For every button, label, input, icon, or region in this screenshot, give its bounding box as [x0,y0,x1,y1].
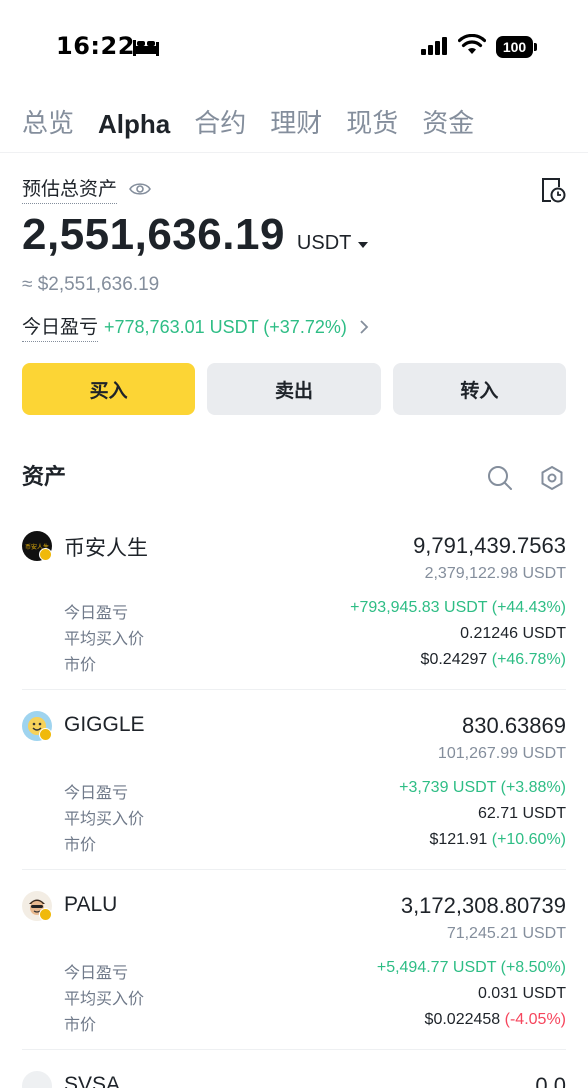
today-pnl-value: +793,945.83 USDT (+44.43%) [350,599,566,616]
market-price-change: (-4.05%) [504,1011,566,1028]
asset-divider [22,869,566,870]
asset-row-binance-life[interactable]: 币安人生 币安人生 9,791,439.7563 2,379,122.98 US… [0,524,588,690]
avg-buy-price-value: 0.031 USDT [477,985,566,1002]
asset-row-giggle[interactable]: GIGGLE 830.63869 101,267.99 USDT 今日盈亏 +3… [0,704,588,870]
caret-down-icon[interactable] [357,241,369,249]
wifi-icon [458,34,486,54]
market-price-label: 市价 [64,655,97,674]
market-price: $0.24297 [420,651,488,668]
asset-amount: 0.0 [535,1073,566,1088]
tab-spot[interactable]: 现货 [346,104,398,144]
asset-usdt-value: 71,245.21 USDT [446,925,566,942]
today-pnl-label: 今日盈亏 [64,783,129,802]
today-pnl-label: 今日盈亏 [64,963,129,982]
total-balance: 2,551,636.19 [22,210,285,259]
buy-button[interactable]: 买入 [22,363,196,415]
market-price-label: 市价 [64,835,97,854]
status-time: 16:22 [56,32,135,60]
market-price-value: $121.91 (+10.60%) [429,831,566,849]
currency-selector[interactable]: USDT [297,232,351,255]
asset-name: PALU [64,893,118,916]
status-bar: 16:22 100 [0,0,588,90]
asset-amount: 830.63869 [462,713,566,738]
asset-amount: 3,172,308.80739 [400,893,566,918]
market-price-value: $0.24297 (+46.78%) [421,651,566,669]
eye-icon[interactable] [129,181,151,197]
battery-level: 100 [496,36,533,58]
sell-button[interactable]: 卖出 [207,363,381,415]
asset-usdt-value: 101,267.99 USDT [437,745,566,762]
tabs-divider [0,152,588,153]
market-price-label: 市价 [64,1015,97,1034]
market-price: $0.022458 [424,1011,501,1028]
tab-funding[interactable]: 资金 [422,104,474,144]
avg-buy-price-label: 平均买入价 [64,989,145,1008]
avg-buy-price-label: 平均买入价 [64,629,145,648]
asset-name: 币安人生 [64,536,148,560]
market-price-change: (+10.60%) [491,831,566,848]
approx-usd-value: ≈ $2,551,636.19 [22,274,160,295]
tab-alpha[interactable]: Alpha [98,104,170,144]
market-price-value: $0.022458 (-4.05%) [425,1011,566,1029]
history-icon[interactable] [540,176,566,204]
total-balance-row: 2,551,636.19 USDT [22,210,369,260]
sleep-focus-icon [133,40,159,56]
settings-icon[interactable] [538,464,566,492]
today-pnl-value: +778,763.01 USDT (+37.72%) [104,316,347,337]
assets-header: 资产 [22,460,566,496]
today-pnl-value: +3,739 USDT (+3.88%) [399,779,566,796]
transfer-in-button[interactable]: 转入 [392,363,566,415]
asset-name: SVSA [64,1073,121,1088]
today-pnl-label: 今日盈亏 [64,603,129,622]
asset-divider [22,689,566,690]
alpha-badge-icon [39,548,52,561]
asset-divider [22,1049,566,1050]
asset-usdt-value: 2,379,122.98 USDT [424,565,566,582]
tab-earn[interactable]: 理财 [270,104,322,144]
avg-buy-price-value: 62.71 USDT [477,805,566,822]
market-price: $121.91 [429,831,488,848]
tab-futures[interactable]: 合约 [194,104,246,144]
alpha-badge-icon [39,908,52,921]
today-pnl-value: +5,494.77 USDT (+8.50%) [376,959,566,976]
estimated-total-label[interactable]: 预估总资产 [22,174,118,204]
assets-title: 资产 [22,465,67,490]
avg-buy-price-value: 0.21246 USDT [460,625,566,642]
tab-overview[interactable]: 总览 [22,104,74,144]
cellular-signal-icon [421,37,447,55]
search-icon[interactable] [486,464,514,492]
svsa-logo [22,1071,52,1088]
today-pnl-row[interactable]: 今日盈亏 +778,763.01 USDT (+37.72%) [22,312,369,342]
avg-buy-price-label: 平均买入价 [64,809,145,828]
action-buttons: 买入 卖出 转入 [22,363,566,415]
alpha-badge-icon [39,728,52,741]
estimated-total-label-row: 预估总资产 [22,174,151,204]
today-pnl-label[interactable]: 今日盈亏 [22,312,99,342]
account-tabs: 总览 Alpha 合约 理财 现货 资金 [22,104,498,144]
market-price-change: (+46.78%) [491,651,566,668]
asset-name: GIGGLE [64,713,145,736]
asset-row-palu[interactable]: PALU 3,172,308.80739 71,245.21 USDT 今日盈亏… [0,884,588,1050]
asset-amount: 9,791,439.7563 [413,533,566,558]
battery-indicator: 100 [496,36,538,58]
chevron-right-icon[interactable] [359,319,369,335]
asset-row-svsa[interactable]: SVSA 0.0 [0,1064,588,1088]
